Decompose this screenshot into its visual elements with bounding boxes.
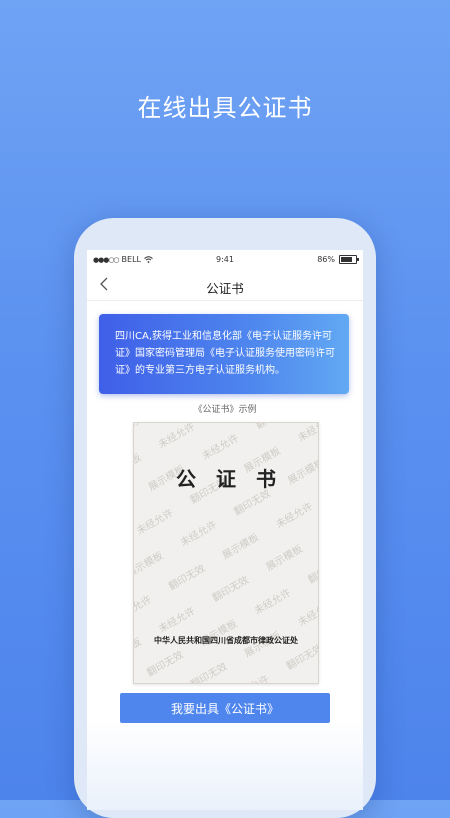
watermark-text: 展示模板 (133, 547, 165, 580)
watermark-text: 未经允许 (272, 498, 314, 531)
promo-headline: 在线出具公证书 (0, 88, 450, 123)
watermark-text: 翻印无效 (165, 560, 207, 593)
watermark-text: 未经允许 (229, 671, 271, 684)
watermark-text: 未经允许 (294, 422, 319, 444)
watermark-text: 展示模板 (219, 529, 261, 562)
battery-icon (339, 255, 357, 264)
info-banner-text: 四川CA,获得工业和信息化部《电子认证服务许可证》国家密码管理局《电子认证服务使… (115, 328, 337, 379)
certificate-sample-image: 展示模板未经允许翻印无效展示模板未经允许翻印无效展示模板未经允许翻印无效展示模板… (133, 422, 319, 684)
certificate-title: 公证书 (134, 463, 318, 492)
watermark-text: 翻印无效 (304, 553, 319, 586)
watermark-text: 翻印无效 (133, 422, 155, 438)
watermark-text: 未经允许 (316, 509, 319, 542)
watermark-text: 未经允许 (199, 430, 241, 463)
status-right: 86% (317, 255, 357, 264)
page-title: 公证书 (87, 278, 363, 297)
watermark-text: 翻印无效 (187, 658, 229, 684)
battery-percent: 86% (317, 255, 335, 264)
watermark-text: 未经允许 (295, 596, 319, 629)
nav-bar: 公证书 (87, 270, 363, 301)
watermark-text: 未经允许 (155, 602, 197, 635)
watermark-text: 翻印无效 (143, 646, 185, 679)
info-banner: 四川CA,获得工业和信息化部《电子认证服务许可证》国家密码管理局《电子认证服务使… (99, 314, 349, 394)
watermark-text: 未经允许 (133, 504, 175, 537)
phone-screen: ●●●○○ BELL 9:41 86% 公证书 四川CA,获得工业和信息化部《电… (87, 250, 363, 810)
status-bar: ●●●○○ BELL 9:41 86% (87, 250, 363, 270)
certificate-issuer: 中华人民共和国四川省成都市律政公证处 (134, 635, 318, 646)
watermark-text: 翻印无效 (252, 422, 294, 432)
watermark-text: 未经允许 (273, 682, 315, 684)
watermark-text: 未经允许 (155, 422, 197, 451)
watermark-text: 未经允许 (177, 516, 219, 549)
watermark-text: 展示模板 (263, 540, 305, 573)
issue-certificate-button[interactable]: 我要出具《公证书》 (120, 693, 330, 723)
screen-fade (87, 720, 363, 810)
watermark-text: 翻印无效 (209, 571, 251, 604)
watermark-text: 未经允许 (133, 591, 154, 624)
watermark-text: 未经允许 (251, 584, 293, 617)
sample-caption: 《公证书》示例 (87, 402, 363, 415)
